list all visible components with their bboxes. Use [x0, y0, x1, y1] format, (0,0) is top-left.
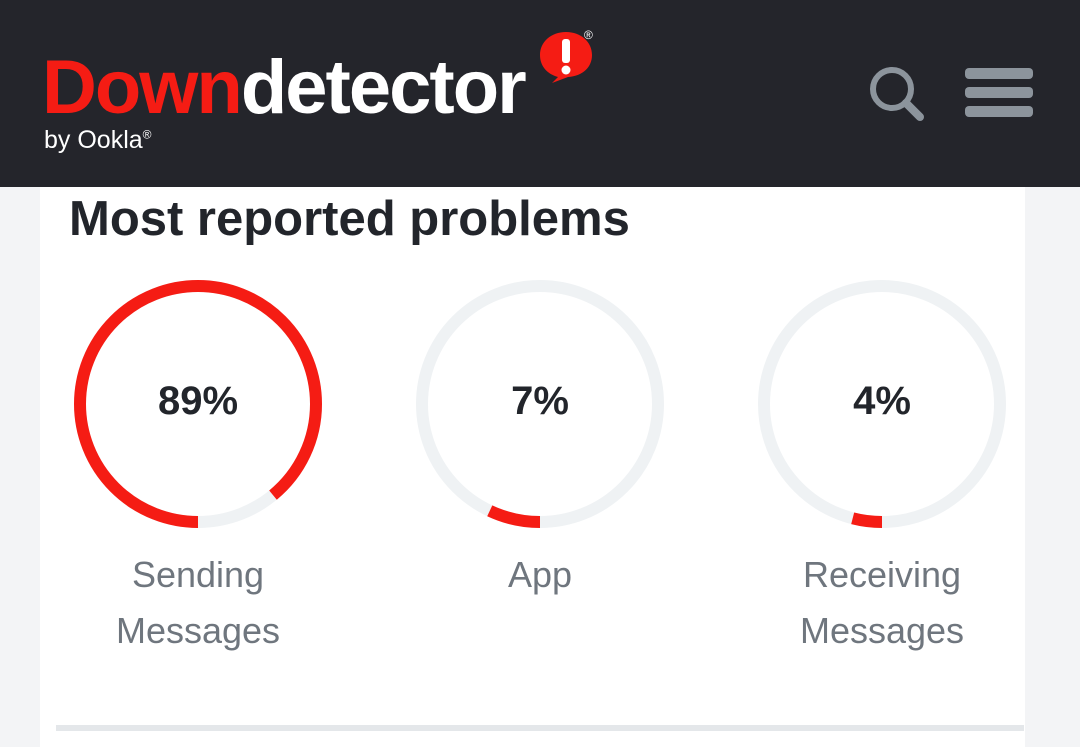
problem-item[interactable]: 7% App [405, 279, 675, 659]
logo-wordmark: Downdetector [42, 50, 527, 126]
problem-label: Receiving Messages [799, 554, 965, 651]
problem-percentage: 7% [511, 379, 569, 423]
problem-percentage: 4% [853, 379, 911, 423]
logo-down-text: Down [42, 45, 243, 130]
search-button[interactable] [866, 64, 928, 122]
problem-item[interactable]: 4% Receiving Messages [747, 279, 1017, 659]
section-title: Most reported problems [69, 192, 630, 246]
search-icon [870, 67, 924, 121]
most-reported-problems-card: Most reported problems 89% Sending Messa… [40, 187, 1025, 747]
logo-byline-mark: ® [142, 127, 152, 142]
logo-detector-text: detector [240, 45, 527, 130]
logo-byline: by Ookla® [44, 126, 152, 155]
logo-registered-mark: ® [584, 28, 593, 42]
problem-label: Sending Messages [115, 554, 281, 651]
menu-button[interactable] [964, 66, 1034, 120]
hamburger-menu-icon [965, 68, 1033, 117]
logo-byline-text: by Ookla [44, 126, 143, 154]
section-divider [56, 725, 1024, 731]
problem-label: App [507, 554, 573, 595]
top-bar: Downdetector ® by Ookla® [0, 0, 1080, 187]
problem-percentage: 89% [157, 379, 239, 423]
problem-item[interactable]: 89% Sending Messages [63, 279, 333, 659]
